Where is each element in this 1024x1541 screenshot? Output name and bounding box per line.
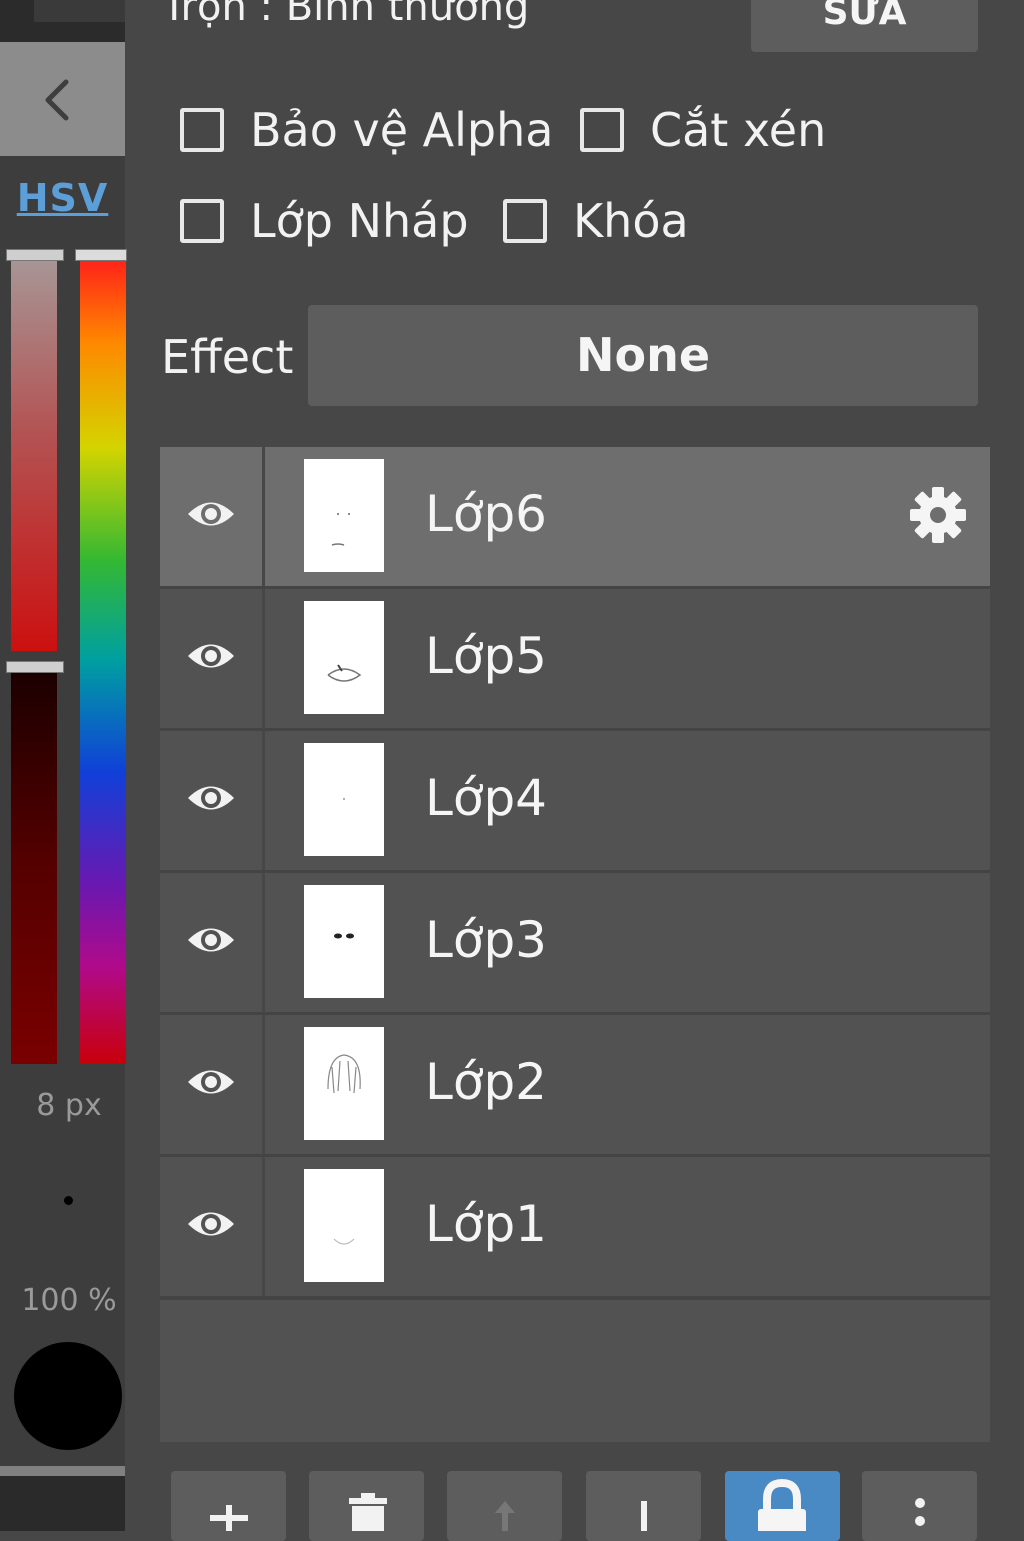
draft-layer-label: Lớp Nháp (250, 194, 469, 248)
effect-label: Effect (161, 330, 294, 384)
row-divider (262, 1157, 265, 1296)
eye-icon[interactable] (186, 1207, 236, 1241)
layer-row[interactable]: Lớp1 (160, 1157, 990, 1300)
checkbox-box[interactable] (503, 199, 547, 243)
sidebar-divider (0, 1466, 125, 1476)
layer-thumbnail (304, 601, 384, 714)
layer-thumbnail (304, 1169, 384, 1282)
row-divider (262, 731, 265, 870)
plus-icon (210, 1505, 248, 1531)
layer-thumbnail (304, 459, 384, 572)
layer-row[interactable]: Lớp5 (160, 589, 990, 732)
checkbox-box[interactable] (180, 108, 224, 152)
checkbox-box[interactable] (580, 108, 624, 152)
value-slider[interactable] (11, 666, 57, 1064)
color-mode-tab[interactable]: HSV (0, 176, 125, 220)
layer-row[interactable]: Lớp6 (160, 447, 990, 590)
value-slider-handle[interactable] (6, 661, 64, 673)
blend-mode-label[interactable]: Trộn : Bình thường (162, 0, 529, 30)
lock-checkbox[interactable]: Khóa (503, 191, 689, 251)
trash-icon (349, 1493, 387, 1531)
saturation-slider[interactable] (11, 253, 57, 651)
clipping-checkbox[interactable]: Cắt xén (580, 100, 826, 160)
layer-name: Lớp5 (425, 627, 547, 685)
alpha-protect-label: Bảo vệ Alpha (250, 103, 554, 157)
layer-row[interactable]: Lớp2 (160, 1015, 990, 1158)
layer-name: Lớp6 (425, 485, 547, 543)
layer-row[interactable]: Lớp3 (160, 873, 990, 1016)
clipping-label: Cắt xén (650, 103, 827, 157)
row-divider (262, 447, 265, 586)
edit-button[interactable]: SỬA (751, 0, 978, 52)
layer-name: Lớp1 (425, 1195, 547, 1253)
hue-slider-handle[interactable] (75, 249, 127, 261)
sidebar-top-inner (34, 0, 125, 22)
alpha-protect-checkbox[interactable]: Bảo vệ Alpha (180, 100, 553, 160)
lock-label: Khóa (573, 194, 689, 248)
current-color-swatch[interactable] (14, 1342, 122, 1450)
eye-icon[interactable] (186, 639, 236, 673)
chevron-left-icon (45, 79, 69, 121)
checkbox-box[interactable] (180, 199, 224, 243)
brush-size-label[interactable]: 8 px (0, 1088, 138, 1123)
row-divider (262, 873, 265, 1012)
saturation-slider-handle[interactable] (6, 249, 64, 261)
layer-thumbnail (304, 1027, 384, 1140)
lock-icon (758, 1478, 806, 1531)
eye-icon[interactable] (186, 781, 236, 815)
draft-layer-checkbox[interactable]: Lớp Nháp (180, 191, 469, 251)
eye-icon[interactable] (186, 923, 236, 957)
sidebar-top-panel (0, 0, 125, 42)
arrow-down-icon (641, 1501, 647, 1531)
sidebar-bottom-panel (0, 1476, 125, 1531)
opacity-label[interactable]: 100 % (0, 1283, 138, 1318)
gear-icon[interactable] (908, 485, 968, 545)
layer-row[interactable]: Lớp4 (160, 731, 990, 874)
layer-name: Lớp3 (425, 911, 547, 969)
hue-slider[interactable] (80, 253, 126, 1064)
collapse-sidebar-button[interactable] (0, 42, 125, 156)
brush-preview-dot (64, 1196, 73, 1205)
eye-icon[interactable] (186, 497, 236, 531)
arrow-up-icon (495, 1501, 515, 1531)
more-vertical-icon (915, 1498, 925, 1526)
layer-name: Lớp4 (425, 769, 547, 827)
row-divider (262, 1015, 265, 1154)
layer-list[interactable]: Lớp6 Lớp5 Lớp4 Lớp3 Lớp2 Lớp1 (160, 447, 990, 1442)
layer-thumbnail (304, 885, 384, 998)
layer-name: Lớp2 (425, 1053, 547, 1111)
eye-icon[interactable] (186, 1065, 236, 1099)
effect-select-button[interactable]: None (308, 305, 978, 406)
row-divider (262, 589, 265, 728)
layer-thumbnail (304, 743, 384, 856)
